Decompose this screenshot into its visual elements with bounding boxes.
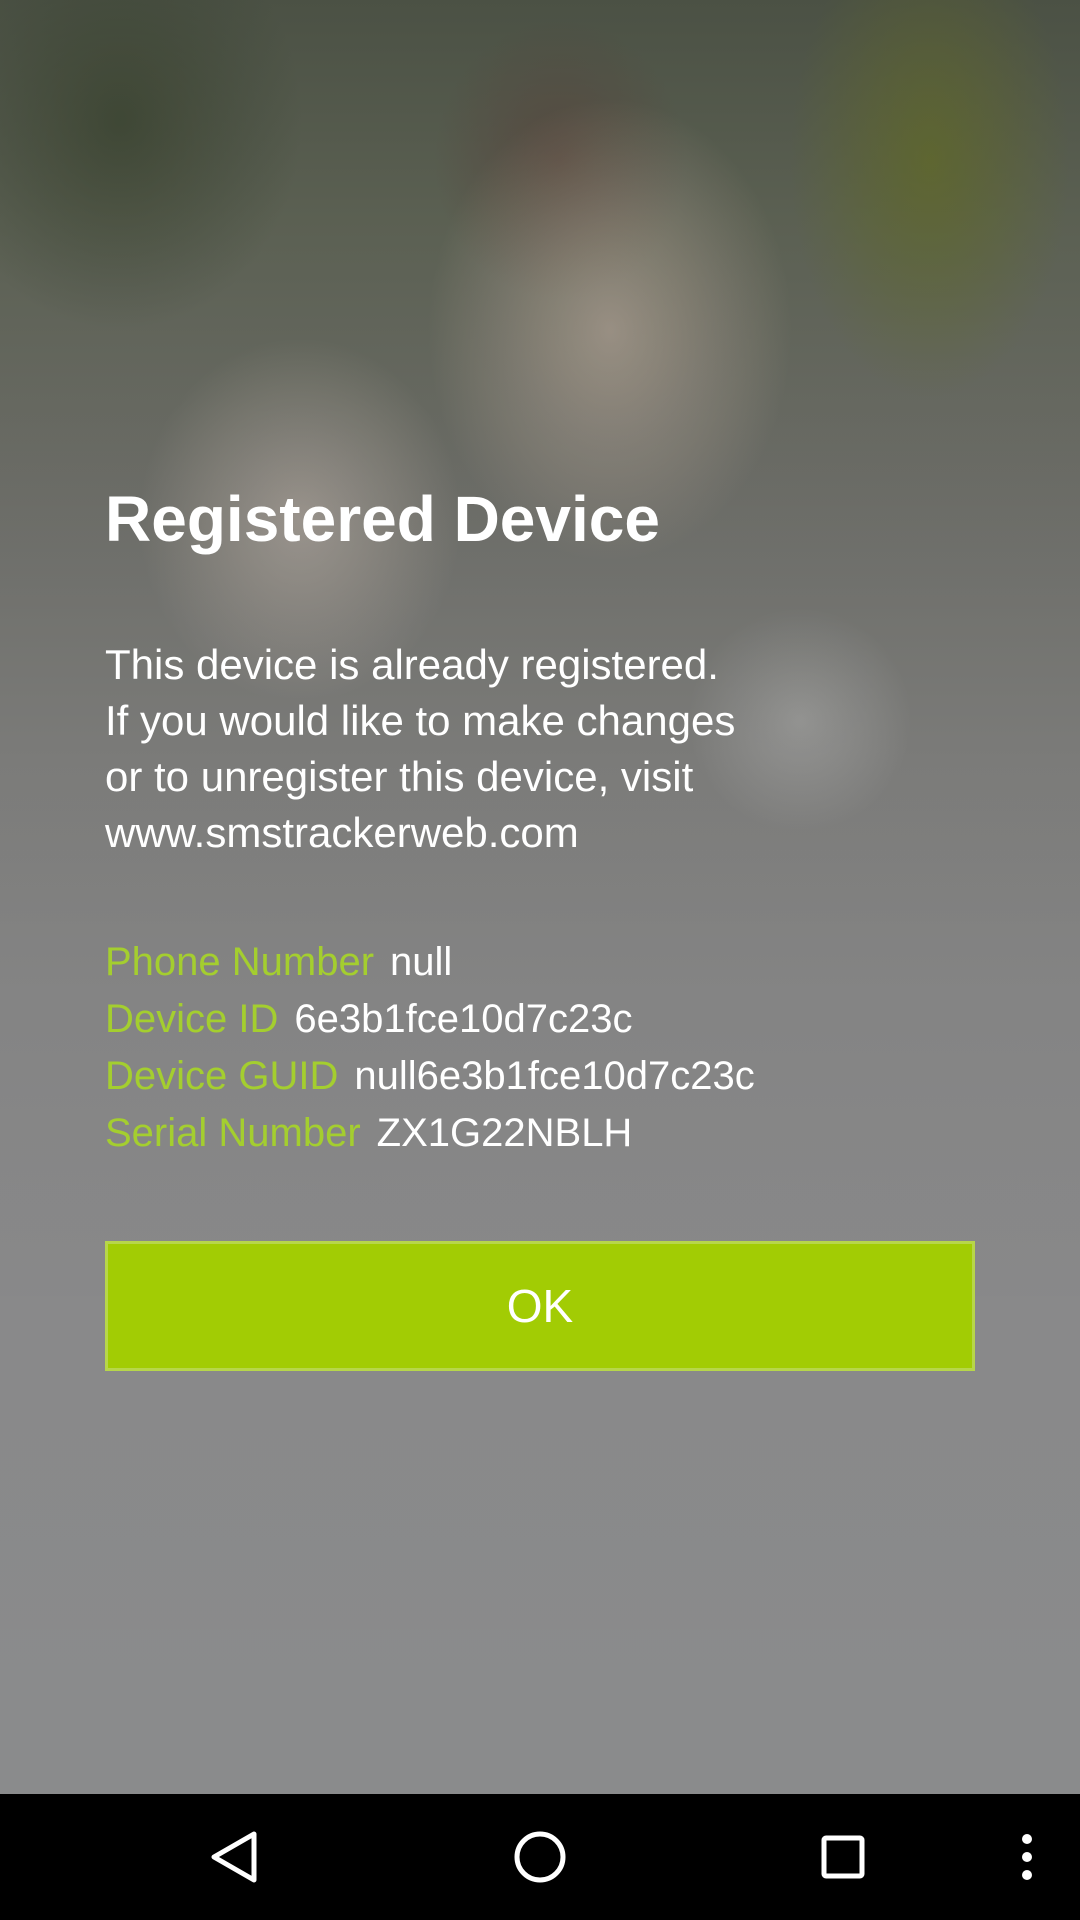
serial-number-label: Serial Number bbox=[105, 1111, 361, 1155]
message-line: or to unregister this device, visit bbox=[105, 753, 694, 800]
recents-icon bbox=[821, 1835, 865, 1879]
ok-button[interactable]: OK bbox=[105, 1241, 975, 1371]
info-row-device-id: Device ID 6e3b1fce10d7c23c bbox=[105, 991, 975, 1048]
device-id-value: 6e3b1fce10d7c23c bbox=[294, 997, 633, 1041]
back-icon bbox=[211, 1831, 257, 1883]
phone-number-label: Phone Number bbox=[105, 940, 375, 984]
navigation-bar bbox=[0, 1794, 1080, 1920]
more-vert-icon bbox=[1022, 1834, 1032, 1880]
device-guid-value: null6e3b1fce10d7c23c bbox=[354, 1054, 755, 1098]
message-line: This device is already registered. bbox=[105, 641, 719, 688]
background-photo bbox=[0, 0, 1080, 1794]
info-row-phone-number: Phone Number null bbox=[105, 934, 975, 991]
phone-number-value: null bbox=[390, 940, 453, 984]
home-button[interactable] bbox=[480, 1794, 600, 1920]
message-line: If you would like to make changes bbox=[105, 697, 736, 744]
device-guid-label: Device GUID bbox=[105, 1054, 339, 1098]
message-url: www.smstrackerweb.com bbox=[105, 809, 579, 856]
device-info-list: Phone Number null Device ID 6e3b1fce10d7c2… bbox=[105, 934, 975, 1162]
device-id-label: Device ID bbox=[105, 997, 279, 1041]
info-row-serial-number: Serial Number ZX1G22NBLH bbox=[105, 1105, 975, 1162]
info-row-device-guid: Device GUID null6e3b1fce10d7c23c bbox=[105, 1048, 975, 1105]
home-icon bbox=[514, 1831, 566, 1883]
back-button[interactable] bbox=[176, 1794, 296, 1920]
dialog-title: Registered Device bbox=[105, 483, 660, 555]
serial-number-value: ZX1G22NBLH bbox=[376, 1111, 633, 1155]
screen: Registered Device This device is already… bbox=[0, 0, 1080, 1920]
recents-button[interactable] bbox=[784, 1794, 904, 1920]
more-options-button[interactable] bbox=[968, 1794, 1068, 1920]
dialog-message: This device is already registered. If yo… bbox=[105, 637, 965, 861]
